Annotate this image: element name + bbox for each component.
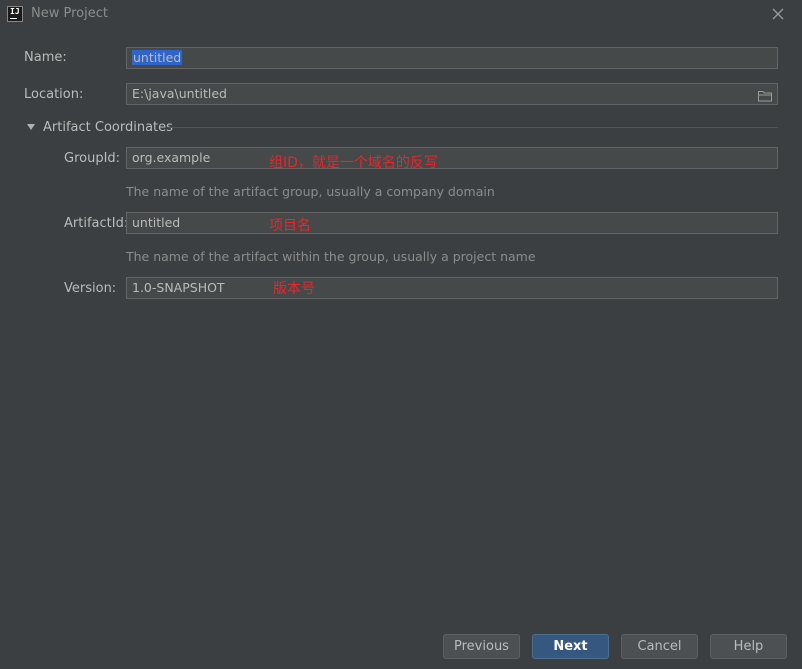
artifact-id-hint: The name of the artifact within the grou… xyxy=(126,249,536,264)
group-id-annotation: 组ID，就是一个域名的反写 xyxy=(269,155,438,171)
triangle-down-icon xyxy=(27,124,35,130)
version-input-value: 1.0-SNAPSHOT xyxy=(132,280,225,295)
artifact-coordinates-toggle[interactable]: Artifact Coordinates xyxy=(27,118,173,136)
group-id-input[interactable]: org.example xyxy=(126,147,778,169)
close-button[interactable] xyxy=(770,6,786,22)
location-label: Location: xyxy=(24,87,84,102)
artifact-id-input[interactable]: untitled xyxy=(126,212,778,234)
version-label: Version: xyxy=(64,281,117,296)
name-label: Name: xyxy=(24,50,67,65)
location-input[interactable]: E:\java\untitled xyxy=(126,83,778,105)
name-input[interactable]: untitled xyxy=(126,47,778,69)
help-button[interactable]: Help xyxy=(710,634,787,659)
artifact-id-label: ArtifactId: xyxy=(64,216,129,231)
group-id-label: GroupId: xyxy=(64,151,121,166)
name-input-value: untitled xyxy=(132,50,183,65)
title-bar: IJ New Project xyxy=(0,0,802,30)
section-title: Artifact Coordinates xyxy=(43,119,173,135)
next-button[interactable]: Next xyxy=(532,634,609,659)
group-id-hint: The name of the artifact group, usually … xyxy=(126,184,495,199)
group-id-input-value: org.example xyxy=(132,150,211,165)
new-project-dialog: IJ New Project Name: untitled Location: … xyxy=(0,0,802,669)
artifact-id-input-value: untitled xyxy=(132,215,181,230)
window-title: New Project xyxy=(31,6,108,21)
artifact-id-annotation: 项目名 xyxy=(269,218,311,234)
cancel-button[interactable]: Cancel xyxy=(621,634,698,659)
previous-button[interactable]: Previous xyxy=(443,634,520,659)
location-input-value: E:\java\untitled xyxy=(132,86,227,101)
intellij-idea-icon: IJ xyxy=(7,6,23,22)
folder-icon[interactable] xyxy=(758,88,772,102)
version-input[interactable]: 1.0-SNAPSHOT xyxy=(126,277,778,299)
version-annotation: 版本号 xyxy=(273,281,315,297)
close-icon xyxy=(772,8,784,20)
section-divider xyxy=(168,127,778,128)
app-icon-text: IJ xyxy=(10,7,20,16)
